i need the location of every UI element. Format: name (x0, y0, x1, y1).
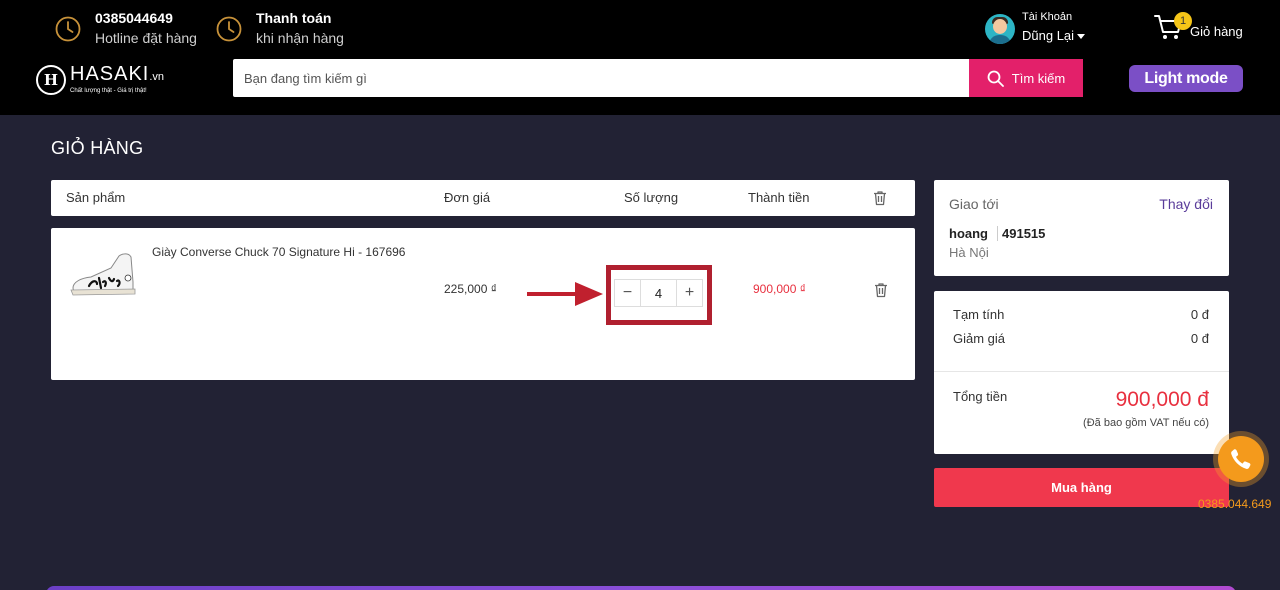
annotation-arrow-icon (527, 282, 603, 306)
col-quantity: Số lượng (624, 190, 679, 205)
decrease-quantity-button[interactable]: − (615, 280, 640, 306)
phone-icon (1231, 449, 1251, 469)
cart-label: Giỏ hàng (1190, 24, 1243, 39)
order-summary-card: Tạm tính 0 đ Giảm giá 0 đ Tổng tiền 900,… (934, 291, 1229, 454)
total-label: Tổng tiền (953, 389, 1008, 404)
subtotal-label: Tạm tính (953, 307, 1005, 322)
clock-icon (216, 16, 242, 42)
payment-block[interactable]: Thanh toán khi nhận hàng (216, 8, 344, 48)
shipping-title: Giao tới (949, 196, 999, 212)
payment-subtitle: khi nhận hàng (256, 30, 344, 46)
hotline-number: 0385044649 (95, 10, 173, 26)
caret-down-icon (1077, 34, 1086, 40)
quantity-input[interactable] (640, 280, 677, 306)
divider (997, 226, 998, 241)
account-name: Dũng Lại (1022, 28, 1075, 43)
payment-title: Thanh toán (256, 10, 332, 26)
vat-note: (Đã bao gồm VAT nếu có) (1083, 417, 1209, 429)
search-input[interactable] (233, 59, 969, 97)
change-address-link[interactable]: Thay đổi (1159, 196, 1213, 212)
discount-value: 0 đ (1190, 331, 1209, 346)
hotline-block[interactable]: 0385044649 Hotline đặt hàng (55, 8, 197, 48)
trash-icon[interactable] (872, 190, 888, 206)
product-name[interactable]: Giày Converse Chuck 70 Signature Hi - 16… (152, 245, 405, 259)
hotline-label: Hotline đặt hàng (95, 30, 197, 46)
trash-icon[interactable] (873, 282, 889, 298)
call-number[interactable]: 0385.044.649 (1198, 497, 1271, 511)
avatar (985, 13, 1015, 44)
discount-label: Giảm giá (953, 331, 1006, 346)
col-product: Sản phẩm (66, 190, 126, 205)
buy-button[interactable]: Mua hàng (934, 468, 1229, 507)
col-total: Thành tiền (748, 190, 810, 205)
table-row: Giày Converse Chuck 70 Signature Hi - 16… (51, 228, 915, 380)
site-header: 0385044649 Hotline đặt hàng Thanh toán k… (0, 0, 1280, 115)
cart-count-badge: 1 (1174, 12, 1192, 30)
cart-table-header: Sản phẩm Đơn giá Số lượng Thành tiền (51, 180, 915, 216)
product-image[interactable] (67, 248, 139, 298)
logo-mark-icon: H (36, 64, 66, 95)
cart-link[interactable]: 1 Giỏ hàng (1154, 12, 1243, 41)
search-button[interactable]: Tìm kiếm (969, 59, 1083, 97)
unit-price: 225,000 ₫ (444, 282, 497, 296)
hasaki-logo[interactable]: H HASAKI.vn Chất lượng thật - Giá trị th… (36, 64, 164, 95)
logo-suffix: .vn (149, 71, 165, 83)
light-mode-button[interactable]: Light mode (1129, 65, 1243, 92)
clock-icon (55, 16, 81, 42)
total-value: 900,000 đ (1115, 388, 1209, 411)
call-button[interactable] (1213, 431, 1269, 487)
line-total: 900,000 ₫ (753, 282, 806, 296)
account-label: Tài Khoản (1022, 11, 1073, 23)
recipient-phone: 491515 (1002, 226, 1046, 241)
page-title: GIỎ HÀNG (51, 138, 144, 158)
footer-gradient-bar (46, 586, 1236, 590)
increase-quantity-button[interactable]: + (677, 280, 702, 306)
account-menu[interactable]: Tài Khoản Dũng Lại (985, 10, 1086, 47)
search-button-label: Tìm kiếm (1011, 70, 1066, 86)
col-unit-price: Đơn giá (444, 190, 491, 205)
logo-name: HASAKI (70, 63, 150, 85)
recipient-name: hoang (949, 226, 988, 241)
divider (934, 371, 1229, 372)
quantity-stepper[interactable]: − + (614, 279, 703, 307)
recipient-city: Hà Nội (949, 245, 989, 260)
shipping-address-card: Giao tới Thay đổi hoang 491515 Hà Nội (934, 180, 1229, 276)
subtotal-value: 0 đ (1190, 307, 1209, 322)
search-icon (987, 70, 1004, 87)
logo-tagline: Chất lượng thật - Giá trị thật! (70, 88, 147, 94)
